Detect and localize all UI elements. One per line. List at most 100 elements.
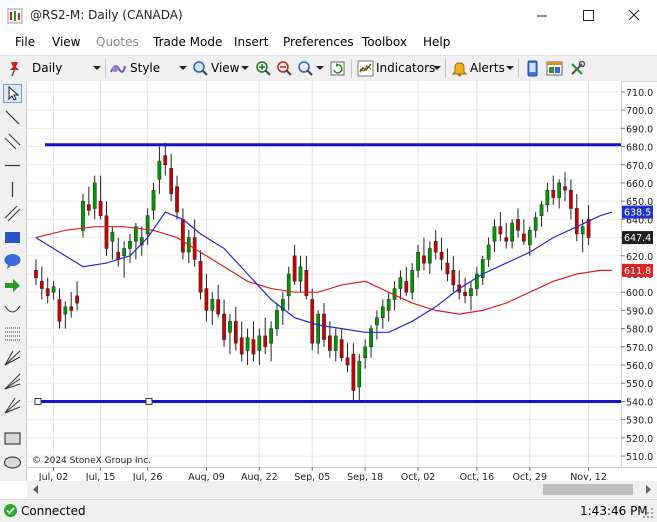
rectangle-icon[interactable] (3, 228, 22, 247)
candle-body (69, 306, 74, 311)
line-handle[interactable] (145, 397, 153, 405)
parallel-lines-icon[interactable] (3, 132, 22, 151)
fan-lines-icon[interactable] (3, 372, 22, 391)
pushpin-icon[interactable] (6, 60, 23, 77)
horizontal-line-icon[interactable] (3, 156, 22, 175)
menu-quotes[interactable]: Quotes (96, 35, 139, 49)
refresh-icon[interactable] (329, 60, 346, 77)
pointer-icon[interactable] (3, 84, 22, 103)
candle-body (404, 281, 409, 293)
candle-body (128, 240, 132, 249)
gann-fan-icon[interactable] (3, 348, 22, 367)
chevron-down-icon[interactable] (241, 66, 249, 71)
chevron-down-icon[interactable] (433, 66, 441, 71)
bell-icon[interactable] (451, 60, 468, 77)
candle-body (527, 230, 532, 246)
tools-icon[interactable] (569, 60, 586, 77)
line-handle[interactable] (34, 397, 42, 405)
candle-body (163, 155, 168, 166)
candle-body (451, 270, 456, 286)
time-axis: Jul, 02 Jul, 15 Jul, 26 Aug, 09 Aug, 22 Sep, … (38, 467, 607, 481)
chevron-down-icon[interactable] (179, 66, 187, 71)
candle-body (439, 251, 444, 260)
menu-insert[interactable]: Insert (234, 35, 268, 49)
arrow-icon[interactable] (3, 276, 22, 295)
x-tick-label: Sep, 18 (347, 472, 383, 481)
menu-file[interactable]: File (15, 35, 35, 49)
menu-trade-mode[interactable]: Trade Mode (153, 35, 222, 49)
candle-body (298, 266, 303, 282)
indicators-icon[interactable] (357, 60, 374, 77)
x-tick-label: Nov, 12 (570, 472, 607, 481)
channel-icon[interactable] (3, 204, 22, 223)
view-magnifier-icon[interactable] (192, 60, 209, 77)
candle-body (169, 168, 174, 195)
chevron-down-icon[interactable] (506, 66, 514, 71)
y-tick-label: 670.0 (626, 161, 653, 172)
style-button[interactable]: Style (130, 61, 160, 75)
candle-body (92, 182, 97, 209)
trendline-icon[interactable] (3, 108, 22, 127)
candle-body (557, 182, 562, 198)
candle-body (345, 357, 350, 366)
price-chart[interactable]: 710.0700.0690.0680.0670.0660.0650.0640.0… (27, 81, 657, 481)
zoom-out-icon[interactable] (276, 60, 293, 77)
x-tick-label: Oct, 02 (401, 472, 436, 481)
scroll-right-icon[interactable] (646, 485, 651, 494)
speed-lines-icon[interactable] (3, 396, 22, 415)
candle-body (339, 339, 344, 359)
arc-icon[interactable] (3, 300, 22, 319)
last-price-label: 647.4 (624, 233, 651, 244)
candle-body (216, 299, 221, 315)
x-tick-label: Jul, 02 (38, 472, 69, 481)
menu-view[interactable]: View (52, 35, 80, 49)
candle-body (198, 261, 203, 293)
layout-icon[interactable] (546, 60, 563, 77)
phone-icon[interactable] (524, 60, 541, 77)
vertical-line-icon[interactable] (3, 180, 22, 199)
x-tick-label: Oct, 16 (460, 472, 495, 481)
horizontal-scrollbar[interactable] (27, 481, 657, 498)
style-icon[interactable] (109, 60, 126, 77)
candle-body (433, 240, 438, 253)
minimize-button[interactable] (519, 0, 565, 32)
menu-preferences[interactable]: Preferences (283, 35, 354, 49)
slow-ma-value-label: 611.8 (624, 266, 651, 277)
candle-body (245, 337, 250, 351)
y-tick-label: 580.0 (626, 325, 653, 336)
interval-select[interactable]: Daily (32, 61, 62, 75)
indicators-button[interactable]: Indicators (376, 61, 435, 75)
resize-grip-icon[interactable] (643, 508, 655, 520)
callout-icon[interactable] (3, 252, 22, 271)
scroll-left-icon[interactable] (33, 485, 38, 494)
toolbar-separator (351, 59, 352, 78)
close-button[interactable] (611, 0, 657, 32)
ellipse-icon[interactable] (3, 453, 22, 472)
menu-toolbox[interactable]: Toolbox (362, 35, 407, 49)
box-icon[interactable] (3, 429, 22, 448)
zoom-menu-icon[interactable] (297, 60, 314, 77)
alerts-button[interactable]: Alerts (470, 61, 505, 75)
candle-body (181, 219, 185, 253)
fibonacci-icon[interactable] (3, 324, 22, 343)
maximize-button[interactable] (565, 0, 611, 32)
toolbar-separator (105, 59, 106, 78)
toolbar: Daily Style View Indicators Alerts (0, 55, 657, 82)
candle-body (310, 299, 315, 344)
menu-help[interactable]: Help (423, 35, 450, 49)
zoom-in-icon[interactable] (255, 60, 272, 77)
copyright-text: © 2024 StoneX Group Inc. (32, 456, 151, 466)
y-tick-label: 540.0 (626, 397, 653, 408)
scroll-thumb[interactable] (543, 484, 633, 495)
candle-body (75, 295, 79, 304)
candle-body (363, 346, 368, 359)
candle-body (39, 281, 44, 289)
chevron-down-icon[interactable] (93, 66, 101, 71)
chevron-down-icon[interactable] (316, 66, 324, 71)
candle-body (498, 226, 503, 235)
view-button[interactable]: View (211, 61, 239, 75)
title-bar: @RS2-M: Daily (CANADA) (0, 0, 657, 32)
candle-body (463, 291, 467, 297)
candle-body (269, 328, 273, 344)
close-icon (628, 9, 640, 21)
